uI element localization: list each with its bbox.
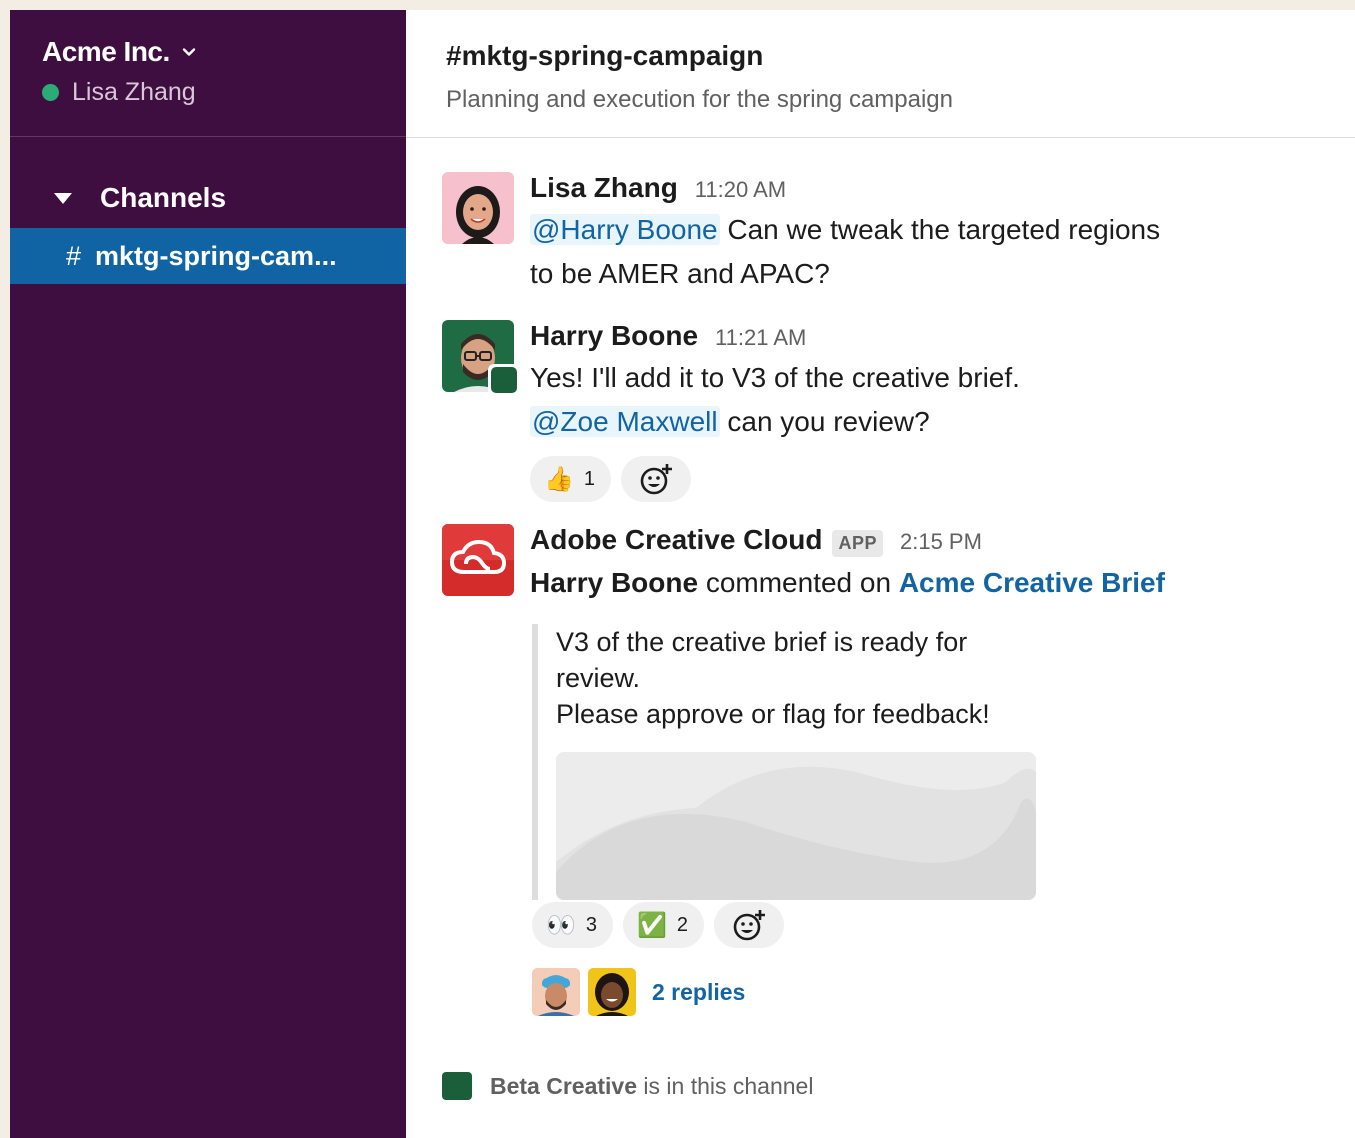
add-reaction-button[interactable] [621, 456, 692, 502]
caret-down-icon[interactable] [54, 192, 72, 204]
app-window: Acme Inc. Lisa Zhang Channels # mktg-spr… [10, 10, 1355, 1138]
channel-view: #mktg-spring-campaign Planning and execu… [406, 10, 1355, 1138]
message-text: Yes! I'll add it to V3 of the creative b… [530, 356, 1330, 444]
avatar-replier-2-icon [588, 968, 636, 1016]
footer-app-name[interactable]: Beta Creative [490, 1073, 637, 1099]
author-name[interactable]: Adobe Creative Cloud [530, 524, 822, 556]
avatar-lisa-zhang-icon [442, 172, 514, 244]
current-user-name: Lisa Zhang [72, 78, 196, 106]
doc-link[interactable]: Acme Creative Brief [899, 567, 1165, 598]
check-mark-icon: ✅ [637, 911, 667, 939]
reaction-eyes[interactable]: 👀 3 [532, 902, 614, 948]
hash-icon: # [66, 240, 82, 271]
workspace-name[interactable]: Acme Inc. [42, 36, 170, 68]
replies-link[interactable]: 2 replies [652, 979, 745, 1006]
message-text-segment: Yes! I'll add it to V3 of the creative b… [530, 362, 1020, 393]
user-mention[interactable]: @Harry Boone [530, 214, 720, 245]
message-text-segment: commented on [698, 567, 899, 598]
channels-section-header[interactable]: Channels [10, 182, 406, 214]
beta-creative-app-icon [442, 1072, 472, 1100]
channel-member-notice: Beta Creative is in this channel [442, 1072, 813, 1100]
sidebar-item-label: mktg-spring-cam... [95, 240, 337, 271]
timestamp[interactable]: 11:20 AM [695, 177, 786, 203]
message-header: Adobe Creative Cloud APP 2:15 PM [530, 524, 1330, 557]
channel-header: #mktg-spring-campaign Planning and execu… [406, 10, 1355, 138]
current-user-row: Lisa Zhang [42, 78, 406, 107]
message-text-segment: can you review? [719, 406, 930, 437]
app-badge: APP [832, 530, 883, 557]
add-reaction-icon [733, 910, 766, 941]
avatar[interactable] [442, 524, 514, 596]
footer-text-segment: is in this channel [637, 1072, 814, 1099]
avatar-replier-1-icon [532, 968, 580, 1016]
attachment-preview-image[interactable] [556, 752, 1036, 900]
message: Harry Boone 11:21 AM Yes! I'll add it to… [442, 320, 1322, 510]
author-name[interactable]: Lisa Zhang [530, 172, 678, 204]
add-reaction-button[interactable] [714, 902, 785, 948]
avatar [588, 968, 636, 1016]
reaction-count: 2 [676, 913, 689, 936]
workspace-header[interactable]: Acme Inc. Lisa Zhang [10, 10, 406, 137]
channels-section-label: Channels [100, 182, 227, 213]
eyes-icon: 👀 [546, 911, 576, 939]
reaction-check-mark[interactable]: ✅ 2 [623, 902, 705, 948]
reaction-thumbs-up[interactable]: 👍 1 [530, 456, 612, 502]
reaction-count: 1 [583, 467, 596, 490]
reactions-row: 👍 1 [530, 456, 1330, 502]
add-reaction-icon [640, 464, 673, 495]
message-text: @Harry Boone Can we tweak the targeted r… [530, 208, 1330, 296]
image-placeholder-icon [556, 752, 1036, 900]
status-badge-icon [488, 364, 520, 396]
thread-replies-row[interactable]: 2 replies [532, 968, 745, 1016]
message-text: Harry Boone commented on Acme Creative B… [530, 561, 1330, 605]
avatar [532, 968, 580, 1016]
footer-text: Beta Creative is in this channel [490, 1073, 813, 1100]
quote-line: V3 of the creative brief is ready for re… [556, 627, 968, 693]
avatar[interactable] [442, 172, 514, 244]
avatar[interactable] [442, 320, 520, 396]
quote-line: Please approve or flag for feedback! [556, 699, 990, 729]
message: Lisa Zhang 11:20 AM @Harry Boone Can we … [442, 172, 1322, 302]
channel-title[interactable]: #mktg-spring-campaign [446, 40, 1355, 72]
message-header: Harry Boone 11:21 AM [530, 320, 1330, 352]
reactions-row: 👀 3 ✅ 2 [532, 902, 785, 948]
thumbs-up-icon: 👍 [544, 465, 574, 493]
timestamp[interactable]: 2:15 PM [900, 529, 982, 555]
timestamp[interactable]: 11:21 AM [715, 325, 806, 351]
actor-name[interactable]: Harry Boone [530, 567, 698, 598]
sidebar: Acme Inc. Lisa Zhang Channels # mktg-spr… [10, 10, 406, 1138]
chevron-down-icon[interactable] [182, 45, 196, 59]
message-text-segment: to be AMER and APAC? [530, 258, 830, 289]
message-header: Lisa Zhang 11:20 AM [530, 172, 1330, 204]
message: Adobe Creative Cloud APP 2:15 PM Harry B… [442, 524, 1322, 1024]
reaction-count: 3 [585, 913, 598, 936]
sidebar-item-mktg-spring-campaign[interactable]: # mktg-spring-cam... [10, 228, 406, 284]
channel-topic: Planning and execution for the spring ca… [446, 86, 953, 113]
presence-active-icon [42, 84, 59, 101]
message-text-segment: Can we tweak the targeted regions [719, 214, 1161, 245]
author-name[interactable]: Harry Boone [530, 320, 698, 352]
attachment-quote: V3 of the creative brief is ready for re… [532, 624, 1052, 900]
workspace-name-row: Acme Inc. [42, 36, 406, 68]
user-mention[interactable]: @Zoe Maxwell [530, 406, 720, 437]
quote-text: V3 of the creative brief is ready for re… [556, 624, 1052, 732]
adobe-creative-cloud-icon [442, 524, 514, 596]
